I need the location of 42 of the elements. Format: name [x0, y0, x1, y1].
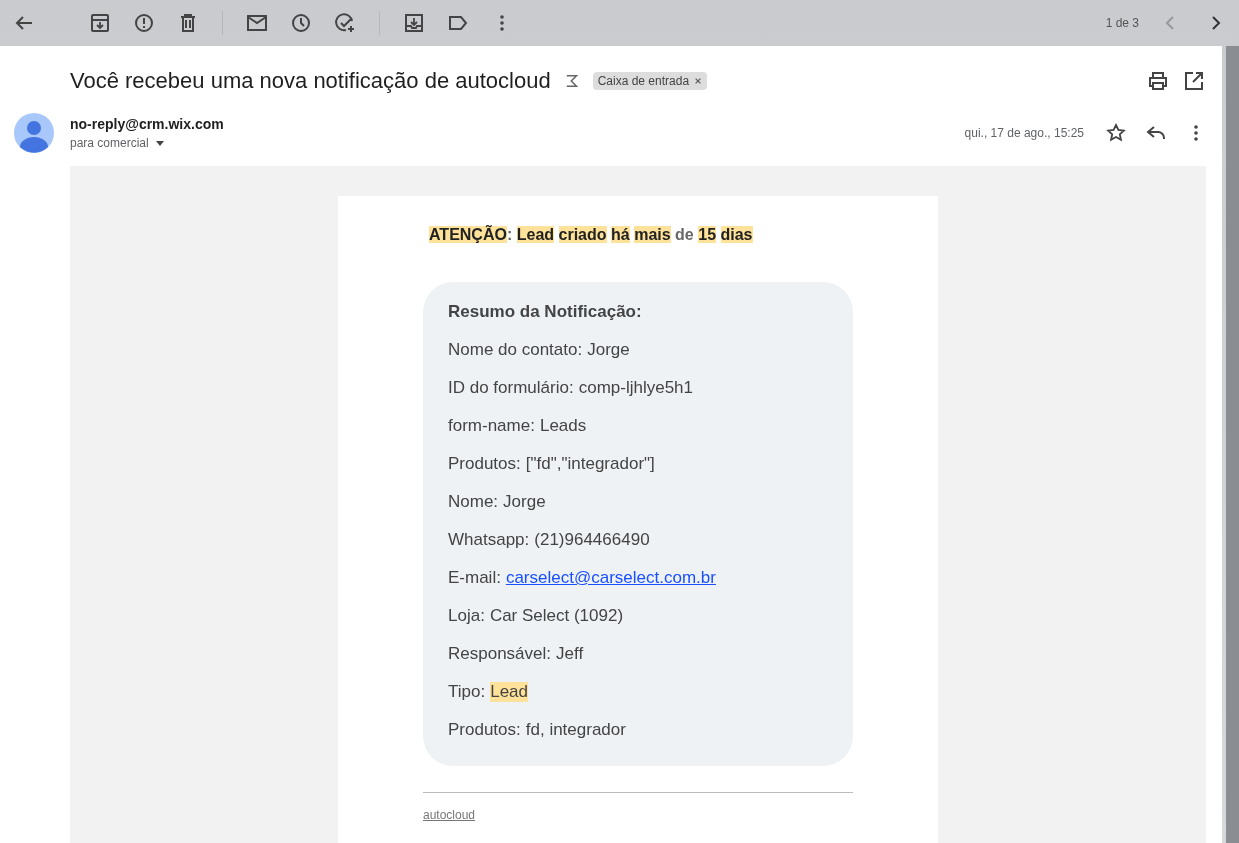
field-value: (21)964466490	[534, 530, 650, 550]
scrollbar[interactable]	[1226, 46, 1239, 843]
alert-message: ATENÇÃO: Lead criado há mais de 15 dias	[429, 226, 754, 244]
field-label: ID do formulário:	[448, 378, 574, 398]
summary-title: Resumo da Notificação:	[448, 302, 643, 322]
field-label: Produtos:	[448, 454, 521, 474]
field-value: Car Select (1092)	[489, 606, 624, 626]
field-value: Jeff	[556, 644, 584, 664]
field-value: comp-ljhlye5h1	[578, 378, 693, 398]
field-label: form-name:	[448, 416, 535, 436]
field-label: Loja:	[448, 606, 485, 626]
caret-icon[interactable]	[154, 138, 165, 148]
field-value: Jorge	[503, 492, 546, 512]
email-subject: Você recebeu uma nova notificação de autocloud	[70, 68, 551, 94]
pager-count: 1 de 3	[1105, 16, 1139, 30]
field-value: fd, integrador	[525, 720, 626, 740]
email-date: qui., 17 de ago., 15:25	[964, 126, 1084, 140]
move-to-icon[interactable]	[402, 11, 426, 35]
field-label: Produtos:	[448, 720, 521, 740]
open-new-window-icon[interactable]	[1182, 69, 1206, 93]
field-label: Responsável:	[448, 644, 551, 664]
inbox-label-chip[interactable]: Caixa de entrada	[592, 72, 708, 90]
add-task-icon[interactable]	[333, 11, 357, 35]
field-value: Jorge	[587, 340, 630, 360]
field-label: Tipo:	[448, 682, 486, 702]
field-label: E-mail:	[448, 568, 501, 588]
archive-icon[interactable]	[88, 11, 112, 35]
field-label: Nome do contato:	[448, 340, 583, 360]
sender-address: no-reply@crm.wix.com	[70, 116, 225, 132]
footer-link[interactable]: autocloud	[423, 808, 476, 822]
avatar-icon	[14, 113, 54, 153]
field-value: Lead	[490, 682, 528, 702]
field-value: Leads	[539, 416, 587, 436]
field-value: ["fd","integrador"]	[525, 454, 655, 474]
report-spam-icon[interactable]	[132, 11, 156, 35]
field-label: Nome:	[448, 492, 499, 512]
email-link[interactable]: carselect@carselect.com.br	[505, 568, 716, 588]
clock-icon[interactable]	[289, 11, 313, 35]
recipient-dropdown[interactable]: para comercial	[70, 136, 149, 150]
print-icon[interactable]	[1146, 69, 1170, 93]
field-label: Whatsapp:	[448, 530, 530, 550]
close-icon[interactable]	[694, 77, 703, 85]
